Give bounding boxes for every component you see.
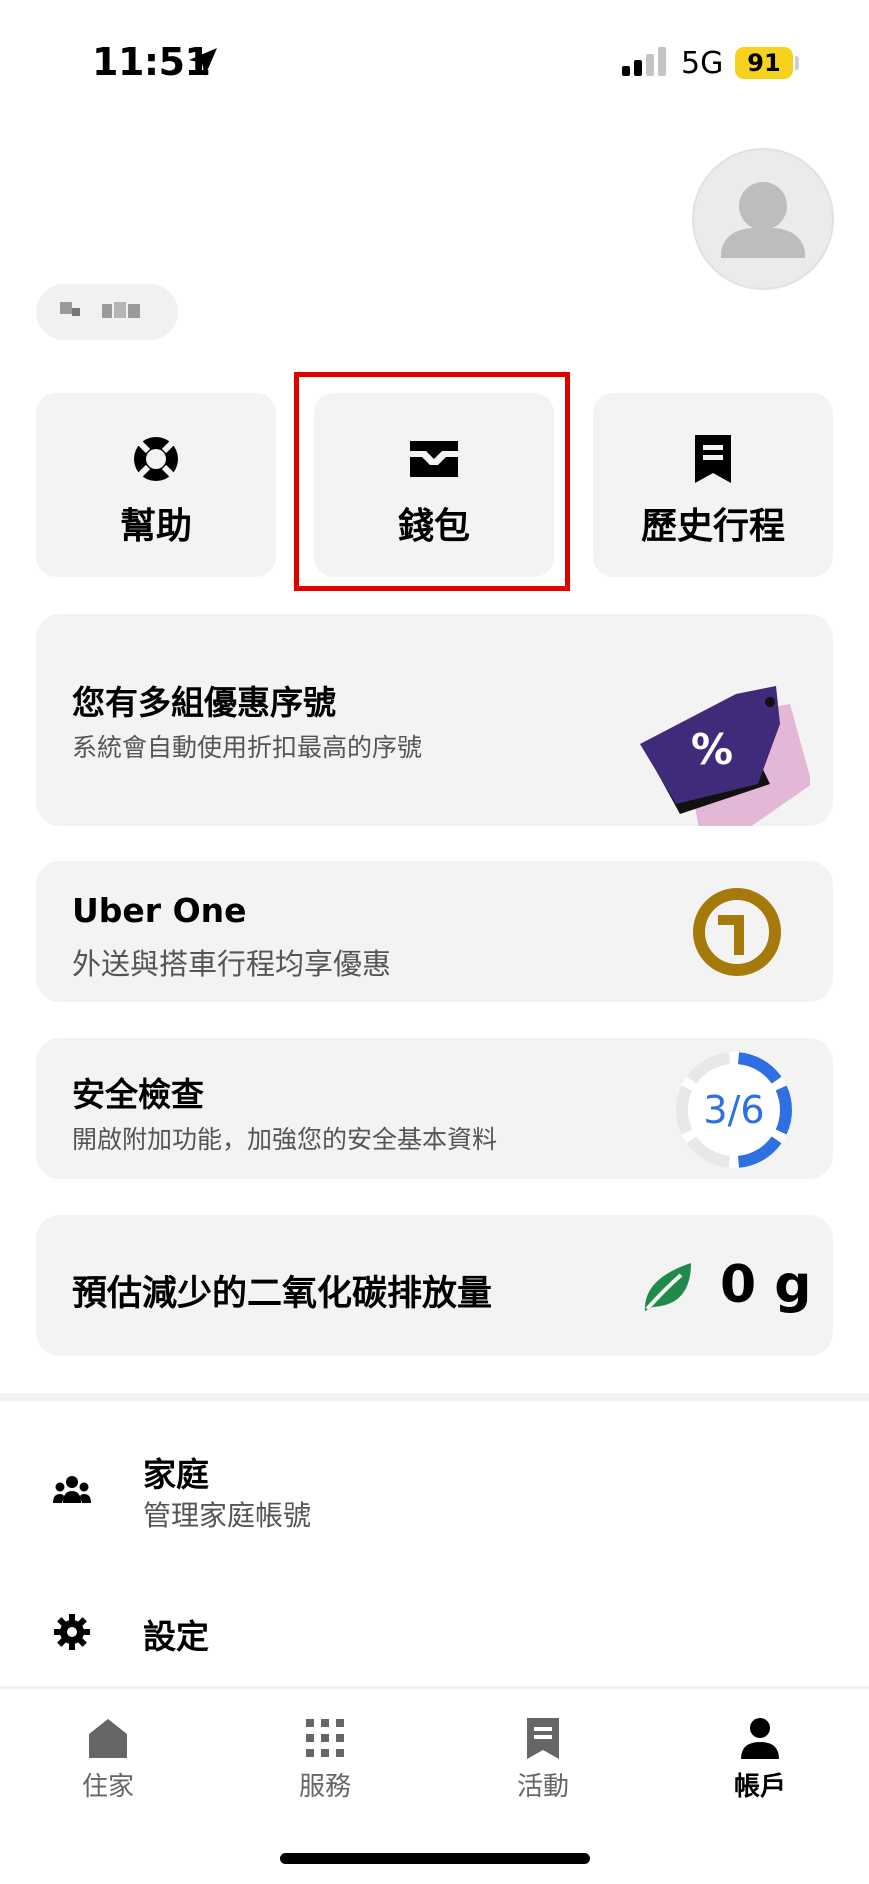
nav-activity-label: 活動: [516, 1772, 569, 1802]
person-silhouette-icon: [721, 182, 805, 258]
svg-text:%: %: [691, 725, 733, 774]
lifebuoy-icon: [134, 437, 178, 481]
rating-pill: [36, 284, 178, 340]
nav-services-label: 服務: [298, 1772, 351, 1802]
battery-indicator: 91: [735, 47, 793, 79]
safety-progress-ring: 3/6: [676, 1052, 792, 1168]
nav-account[interactable]: 帳戶: [680, 1710, 840, 1810]
uber-one-card[interactable]: Uber One 外送與搭車行程均享優惠: [36, 861, 833, 1002]
uber-one-icon: [693, 888, 781, 976]
person-icon: [741, 1718, 779, 1759]
help-tile[interactable]: 幫助: [36, 393, 276, 577]
safety-subtitle: 開啟附加功能，加強您的安全基本資料: [72, 1125, 498, 1154]
settings-row[interactable]: [0, 1580, 869, 1680]
section-divider: [0, 1393, 869, 1401]
home-indicator: [280, 1853, 590, 1864]
family-subtitle: 管理家庭帳號: [143, 1499, 312, 1532]
profile-avatar[interactable]: [692, 148, 834, 290]
progress-segment: [676, 1085, 693, 1135]
wallet-highlight-box: [294, 372, 570, 591]
co2-title: 預估減少的二氧化碳排放量: [72, 1274, 493, 1314]
location-arrow-icon: [189, 48, 217, 76]
promo-card[interactable]: 您有多組優惠序號 系統會自動使用折扣最高的序號 %: [36, 614, 833, 826]
grid-icon: [306, 1719, 344, 1757]
family-title: 家庭: [143, 1455, 209, 1494]
battery-nub: [795, 56, 799, 70]
settings-title: 設定: [143, 1617, 209, 1656]
nav-home[interactable]: 住家: [28, 1710, 188, 1810]
receipt-icon: [527, 1718, 559, 1759]
bottom-nav-border: [0, 1686, 869, 1689]
nav-services[interactable]: 服務: [245, 1710, 405, 1810]
uber-one-subtitle: 外送與搭車行程均享優惠: [72, 947, 392, 981]
nav-account-label: 帳戶: [733, 1772, 786, 1802]
uber-one-title: Uber One: [72, 891, 247, 930]
signal-icon: [622, 47, 666, 76]
trips-tile[interactable]: 歷史行程: [593, 393, 833, 577]
family-row[interactable]: [0, 1430, 869, 1550]
leaf-icon: [644, 1263, 691, 1311]
safety-progress-text: 3/6: [703, 1088, 764, 1132]
gear-icon: [54, 1614, 90, 1650]
home-icon: [89, 1719, 127, 1758]
family-icon: [53, 1476, 91, 1503]
nav-home-label: 住家: [81, 1772, 134, 1802]
percent-tag-icon: %: [640, 686, 810, 826]
co2-value: 0 g: [720, 1255, 812, 1315]
progress-segment: [775, 1085, 792, 1135]
network-label: 5G: [681, 46, 724, 81]
receipt-icon: [695, 435, 731, 483]
co2-card[interactable]: 預估減少的二氧化碳排放量 0 g: [36, 1215, 833, 1356]
help-label: 幫助: [119, 506, 192, 547]
trips-label: 歷史行程: [640, 506, 785, 547]
nav-activity[interactable]: 活動: [463, 1710, 623, 1810]
safety-title: 安全檢查: [72, 1075, 204, 1114]
promo-subtitle: 系統會自動使用折扣最高的序號: [72, 733, 423, 762]
promo-title: 您有多組優惠序號: [72, 683, 336, 722]
